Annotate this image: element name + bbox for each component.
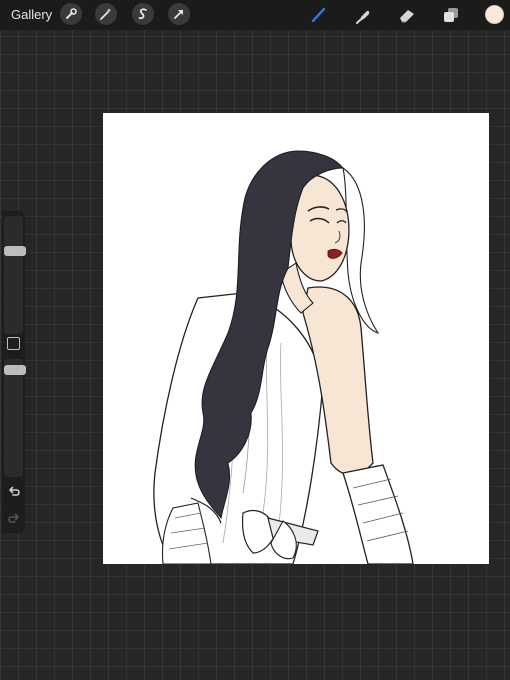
layers-button[interactable]	[439, 3, 463, 27]
transform-button[interactable]	[168, 3, 190, 25]
redo-icon[interactable]	[7, 512, 21, 526]
layers-icon	[444, 8, 458, 22]
transform-arrow-icon	[174, 10, 183, 19]
paint-tool-button[interactable]	[307, 3, 331, 27]
brush-icon	[311, 7, 326, 23]
brush-opacity-slider[interactable]	[4, 359, 26, 477]
smudge-tool-button[interactable]	[351, 3, 375, 27]
modify-button[interactable]	[7, 337, 20, 350]
magic-wand-icon	[100, 8, 112, 20]
eraser-icon	[400, 10, 414, 23]
undo-icon[interactable]	[7, 485, 21, 499]
brush-opacity-thumb[interactable]	[4, 365, 26, 375]
selection-s-icon	[138, 8, 147, 20]
actions-button[interactable]	[60, 3, 82, 25]
drawing-canvas[interactable]	[103, 113, 489, 564]
wrench-icon	[66, 8, 77, 19]
left-sidebar	[2, 211, 26, 533]
erase-tool-button[interactable]	[395, 3, 419, 27]
color-picker-button[interactable]	[485, 5, 504, 24]
smudge-icon	[356, 10, 370, 24]
top-toolbar: Gallery	[0, 0, 510, 30]
selection-button[interactable]	[132, 3, 154, 25]
gallery-button[interactable]: Gallery	[11, 7, 52, 22]
brush-size-slider[interactable]	[4, 216, 26, 334]
artwork-illustration	[153, 150, 414, 564]
brush-size-thumb[interactable]	[4, 246, 26, 256]
adjustments-button[interactable]	[95, 3, 117, 25]
